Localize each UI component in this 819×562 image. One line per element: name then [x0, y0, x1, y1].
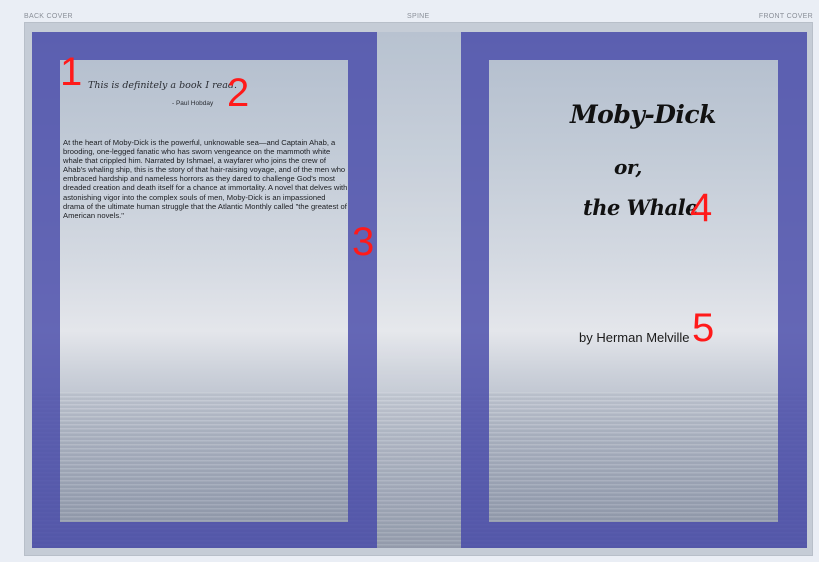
back-cover-label: BACK COVER [24, 13, 73, 20]
annotation-marker-3: 3 [352, 220, 375, 264]
annotation-marker-1: 1 [60, 50, 83, 94]
back-cover-border-left [32, 60, 60, 522]
annotation-marker-4: 4 [690, 186, 713, 230]
front-cover-border-bottom [461, 522, 807, 548]
quote-attribution[interactable]: - Paul Hobday [172, 100, 213, 107]
front-cover-border-left [461, 60, 489, 522]
front-cover-border-top [461, 32, 807, 60]
title-line-2[interactable]: or, [614, 155, 642, 179]
annotation-marker-5: 5 [692, 306, 715, 350]
spine-area[interactable] [377, 32, 461, 548]
spine-label: SPINE [407, 13, 430, 20]
title-line-3[interactable]: the Whale [583, 195, 698, 220]
back-cover-border-bottom [32, 522, 377, 548]
back-cover-border-right [348, 60, 377, 522]
back-cover-blurb[interactable]: At the heart of Moby-Dick is the powerfu… [63, 138, 348, 220]
back-cover-border-top [32, 32, 377, 60]
cover-section-labels: BACK COVER SPINE FRONT COVER [0, 0, 819, 22]
back-cover-quote[interactable]: This is definitely a book I read. [88, 80, 238, 91]
front-cover-border-right [778, 60, 807, 522]
front-cover-label: FRONT COVER [758, 13, 813, 20]
title-line-1[interactable]: Moby-Dick [570, 100, 716, 129]
annotation-marker-2: 2 [227, 71, 250, 115]
author-name[interactable]: by Herman Melville [579, 330, 690, 345]
